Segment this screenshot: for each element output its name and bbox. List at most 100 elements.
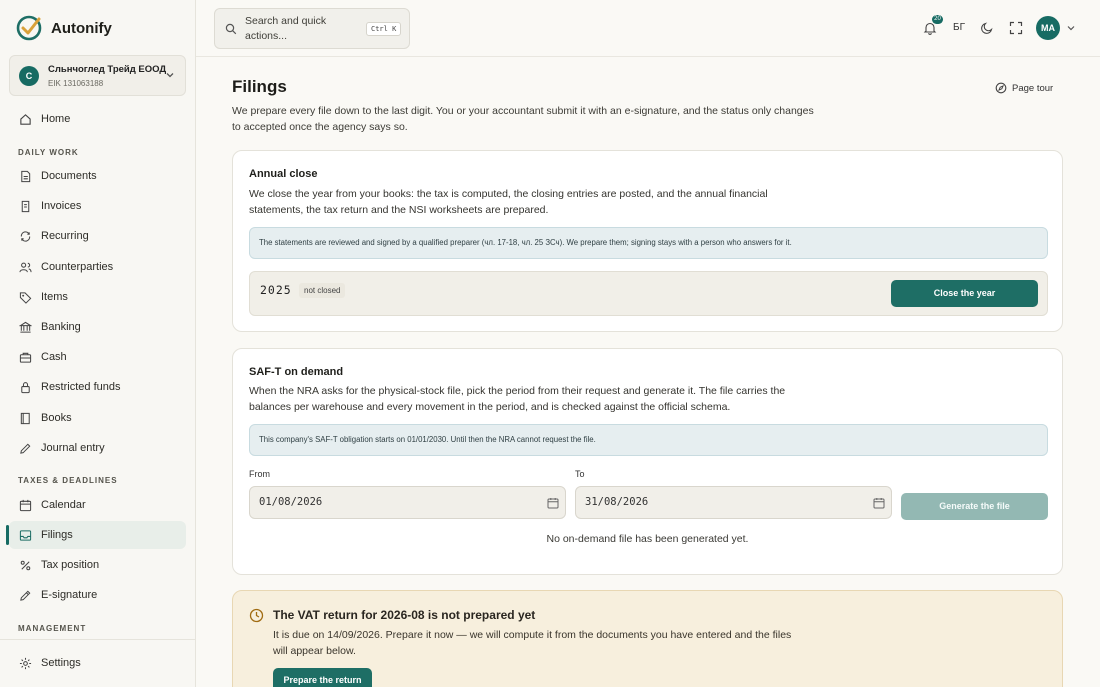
autonify-logo-icon <box>16 15 42 41</box>
sidebar-item-label: Journal entry <box>41 442 105 454</box>
sidebar-item-calendar[interactable]: Calendar <box>9 491 186 519</box>
sidebar-item-restricted-funds[interactable]: Restricted funds <box>9 373 186 401</box>
sidebar-item-settings[interactable]: Settings <box>9 649 186 677</box>
info-note: The statements are reviewed and signed b… <box>249 227 1048 259</box>
nav-section-taxes: TAXES & DEADLINES <box>18 476 118 485</box>
sidebar-item-label: Settings <box>41 657 81 669</box>
sidebar-item-label: Calendar <box>41 499 86 511</box>
generate-file-button[interactable]: Generate the file <box>901 493 1048 520</box>
sidebar-item-documents[interactable]: Documents <box>9 162 186 190</box>
language-switcher[interactable]: БГ <box>953 22 965 33</box>
signature-pen-icon <box>20 590 31 601</box>
page-tour-label: Page tour <box>1012 82 1054 94</box>
card-description: When the NRA asks for the physical-stock… <box>249 385 786 413</box>
company-avatar: С <box>19 66 39 86</box>
sidebar-item-filings[interactable]: Filings <box>6 521 186 549</box>
status-badge: not closed <box>299 283 346 298</box>
nav-section-daily-work: DAILY WORK <box>18 148 79 157</box>
pencil-icon <box>20 443 31 454</box>
page-description: We prepare every file down to the last d… <box>232 105 814 133</box>
card-title: SAF-T on demand <box>249 366 344 378</box>
card-title: Annual close <box>249 168 318 180</box>
page-tour-button[interactable]: Page tour <box>995 82 1053 94</box>
moon-icon[interactable] <box>980 21 994 35</box>
calendar-icon <box>19 499 32 512</box>
brand[interactable]: Autonify <box>15 14 112 42</box>
brand-name: Autonify <box>51 19 112 37</box>
fiscal-year: 2025 <box>260 283 292 297</box>
alert-description: It is due on 14/09/2026. Prepare it now … <box>273 629 792 657</box>
user-avatar[interactable]: MA <box>1036 16 1060 40</box>
sidebar-item-label: Cash <box>41 351 67 363</box>
book-icon <box>20 412 30 425</box>
search-placeholder: Search and quick actions... <box>245 15 327 42</box>
compass-icon <box>995 82 1007 94</box>
invoice-icon <box>21 200 30 213</box>
sidebar-item-cash[interactable]: Cash <box>9 343 186 371</box>
notification-count-badge: 20 <box>932 15 943 24</box>
sidebar-item-label: Filings <box>41 529 73 541</box>
card-description: We close the year from your books: the t… <box>249 188 768 216</box>
annual-close-card: Annual close We close the year from your… <box>232 150 1063 332</box>
keyboard-shortcut: Ctrl K <box>366 22 402 36</box>
sidebar-item-label: Home <box>41 113 71 125</box>
vat-alert: The VAT return for 2026-08 is not prepar… <box>232 590 1063 687</box>
sidebar-item-label: Counterparties <box>41 261 114 273</box>
sidebar-item-home[interactable]: Home <box>9 105 186 133</box>
from-label: From <box>249 469 270 479</box>
sidebar-item-label: Restricted funds <box>41 381 121 393</box>
sidebar-item-tax-position[interactable]: Tax position <box>9 551 186 579</box>
saft-card: SAF-T on demand When the NRA asks for th… <box>232 348 1063 575</box>
search-input[interactable]: Search and quick actions... Ctrl K <box>214 8 410 49</box>
sidebar-item-label: Invoices <box>41 200 82 212</box>
company-switcher[interactable]: С Сльнчоглед Трейд ЕООД EIK 131063188 <box>9 55 186 96</box>
company-id: EIK 131063188 <box>48 79 104 88</box>
document-icon <box>21 170 31 183</box>
sidebar-item-label: Items <box>41 291 68 303</box>
repeat-icon <box>20 231 31 242</box>
close-year-button[interactable]: Close the year <box>891 280 1038 307</box>
sidebar-item-label: Books <box>41 412 72 424</box>
inbox-icon <box>19 530 32 541</box>
sidebar-item-invoices[interactable]: Invoices <box>9 192 186 220</box>
percent-icon <box>20 560 31 571</box>
alert-title: The VAT return for 2026-08 is not prepar… <box>273 608 536 622</box>
sidebar-item-label: Documents <box>41 170 97 182</box>
gear-icon <box>19 657 32 670</box>
sidebar-item-label: Recurring <box>41 230 89 242</box>
clock-icon <box>249 608 264 623</box>
tag-icon <box>19 292 32 304</box>
from-date-value: 01/08/2026 <box>259 496 323 508</box>
sidebar-item-label: Tax position <box>41 559 100 571</box>
fullscreen-icon[interactable] <box>1009 21 1023 35</box>
users-icon <box>19 262 32 273</box>
company-name: Сльнчоглед Трейд ЕООД <box>48 64 167 75</box>
sidebar-item-items[interactable]: Items <box>9 283 186 311</box>
cash-register-icon <box>19 352 32 363</box>
sidebar-item-label: E-signature <box>41 589 98 601</box>
calendar-icon[interactable] <box>873 497 885 509</box>
topbar: Search and quick actions... Ctrl K 20 БГ… <box>196 0 1100 57</box>
chevron-down-icon <box>166 73 174 78</box>
page-title: Filings <box>232 77 287 96</box>
sidebar-item-label: Banking <box>41 321 81 333</box>
sidebar-item-e-signature[interactable]: E-signature <box>9 581 186 609</box>
search-icon <box>225 23 237 35</box>
sidebar-item-books[interactable]: Books <box>9 404 186 432</box>
sidebar-item-banking[interactable]: Banking <box>9 313 186 341</box>
to-date-value: 31/08/2026 <box>585 496 649 508</box>
info-note: This company's SAF-T obligation starts o… <box>249 424 1048 456</box>
chevron-down-icon[interactable] <box>1066 23 1076 33</box>
calendar-icon[interactable] <box>547 497 559 509</box>
sidebar: Autonify С Сльнчоглед Трейд ЕООД EIK 131… <box>0 0 196 687</box>
prepare-return-button[interactable]: Prepare the return <box>273 668 372 687</box>
to-label: To <box>575 469 585 479</box>
sidebar-item-journal-entry[interactable]: Journal entry <box>9 434 186 462</box>
from-date-input[interactable]: 01/08/2026 <box>249 486 566 519</box>
year-row: 2025 not closed Close the year <box>249 271 1048 316</box>
lock-icon <box>21 382 30 394</box>
sidebar-item-recurring[interactable]: Recurring <box>9 222 186 250</box>
to-date-input[interactable]: 31/08/2026 <box>575 486 892 519</box>
sidebar-item-counterparties[interactable]: Counterparties <box>9 253 186 281</box>
empty-state-text: No on-demand file has been generated yet… <box>546 533 749 545</box>
